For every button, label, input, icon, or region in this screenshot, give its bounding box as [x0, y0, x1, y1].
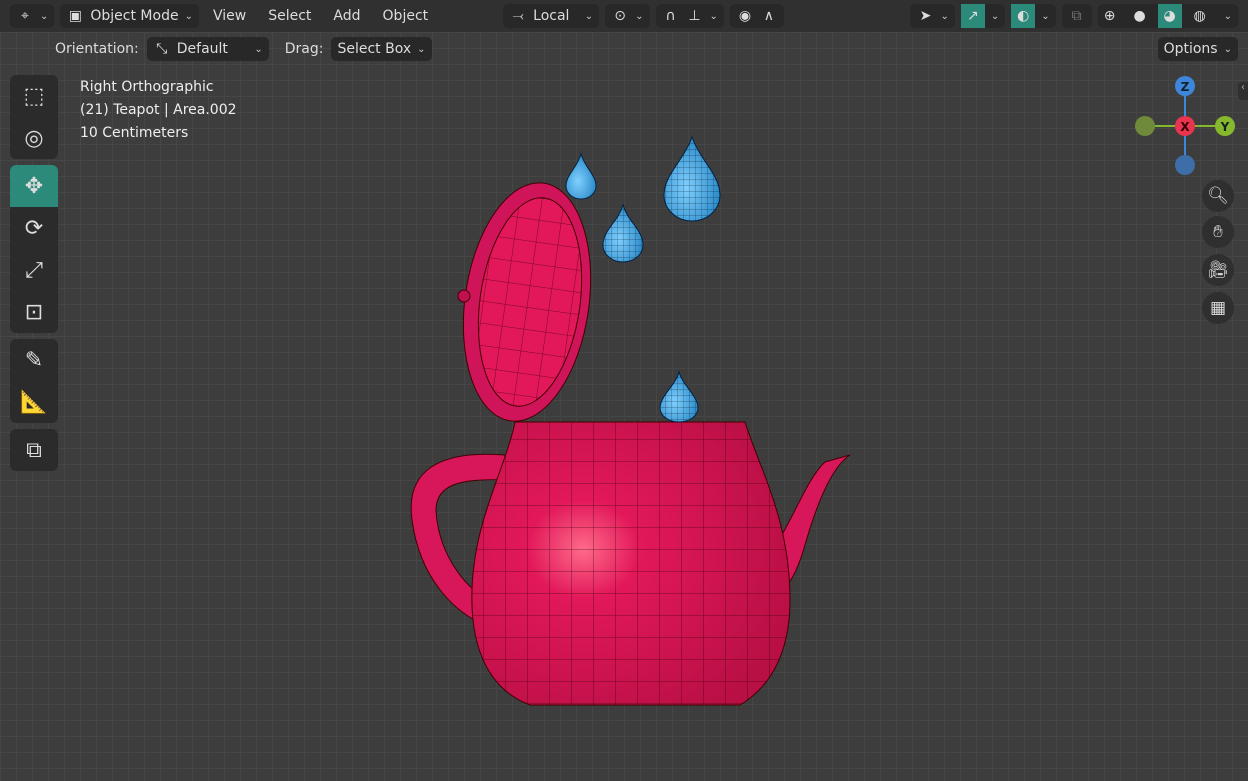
- navigation-gizmo[interactable]: Z Y X: [1130, 75, 1240, 185]
- orientation-value: Default: [176, 41, 228, 57]
- select-box-tool[interactable]: ⬚: [10, 75, 58, 117]
- orientation-label: Local: [533, 8, 570, 24]
- hand-icon: ✋︎: [1213, 222, 1223, 242]
- cursor-icon: ◎: [24, 125, 44, 151]
- chevron-down-icon: ⌄: [709, 10, 718, 22]
- orientation-select[interactable]: ⤡ Default ⌄: [146, 37, 269, 61]
- x-label: X: [1180, 120, 1190, 134]
- solid-shading-icon[interactable]: ●: [1128, 7, 1152, 25]
- teapot-lid[interactable]: [449, 175, 605, 430]
- snap-toggle[interactable]: ∩ ⊥ ⌄: [655, 4, 724, 28]
- proportional-editing-toggle[interactable]: ◉ ∧: [729, 4, 784, 28]
- chevron-down-icon[interactable]: ⌄: [1218, 11, 1238, 22]
- ruler-icon: 📐: [20, 389, 48, 415]
- chevron-down-icon: ⌄: [990, 10, 1000, 22]
- proportional-icon: ◉: [738, 8, 752, 24]
- selectability-icon: ➤: [919, 8, 932, 24]
- teapot-body[interactable]: [471, 421, 791, 706]
- transform-icon: ⊡: [24, 299, 44, 325]
- pencil-icon: ✎: [24, 347, 44, 373]
- chevron-down-icon: ⌄: [417, 43, 426, 55]
- falloff-icon: ∧: [763, 8, 775, 24]
- neg-y-axis[interactable]: [1135, 116, 1155, 136]
- chevron-down-icon: ⌄: [940, 10, 949, 22]
- menu-object[interactable]: Object: [375, 8, 437, 24]
- move-tool[interactable]: ✥: [10, 165, 58, 207]
- chevron-down-icon: ⌄: [635, 10, 644, 22]
- gizmos-toggle[interactable]: ↗ ⌄: [960, 4, 1006, 28]
- tool-settings: Orientation: ⤡ Default ⌄ Drag: Select Box ⌄: [55, 37, 432, 61]
- view-name: Right Orthographic: [80, 79, 214, 95]
- active-object: (21) Teapot | Area.002: [80, 102, 237, 118]
- camera-view-button[interactable]: 🎥︎: [1202, 254, 1234, 286]
- gizmo-icon: ↗: [960, 4, 985, 28]
- rendered-shading-icon[interactable]: ◍: [1188, 7, 1212, 25]
- transform-orientation-select[interactable]: ⤙ Local ⌄: [503, 4, 600, 28]
- transform-tool[interactable]: ⊡: [10, 291, 58, 333]
- rotate-icon: ⟳: [24, 215, 44, 241]
- editor-type-button[interactable]: ⌖ ⌄: [10, 4, 55, 28]
- annotate-tool[interactable]: ✎: [10, 339, 58, 381]
- chevron-down-icon: ⌄: [40, 10, 49, 22]
- orientation-icon: ⤡: [156, 41, 168, 57]
- object-mode-icon: ▣: [68, 8, 82, 24]
- wireframe-shading-icon[interactable]: ⊕: [1098, 7, 1122, 25]
- move-icon: ✥: [24, 173, 44, 199]
- local-orientation-icon: ⤙: [512, 8, 524, 24]
- drag-label: Drag:: [284, 41, 324, 57]
- menu-select[interactable]: Select: [260, 8, 319, 24]
- rotate-tool[interactable]: ⟳: [10, 207, 58, 249]
- pan-button[interactable]: ✋︎: [1202, 216, 1234, 248]
- grid-scale: 10 Centimeters: [80, 125, 189, 141]
- chevron-down-icon: ⌄: [254, 43, 263, 55]
- neg-z-axis[interactable]: [1175, 155, 1195, 175]
- viewport-editor-icon: ⌖: [21, 8, 29, 24]
- pivot-point-button[interactable]: ⊙ ⌄: [605, 4, 650, 28]
- chevron-down-icon: ⌄: [184, 10, 193, 22]
- menu-view[interactable]: View: [205, 8, 254, 24]
- zoom-button[interactable]: 🔍︎: [1202, 180, 1234, 212]
- cursor-tool[interactable]: ◎: [10, 117, 58, 159]
- select-box-icon: ⬚: [23, 83, 45, 109]
- menu-add[interactable]: Add: [325, 8, 368, 24]
- mode-label: Object Mode: [90, 8, 179, 24]
- drag-select[interactable]: Select Box ⌄: [331, 37, 432, 61]
- toolbar: ⬚ ◎ ✥ ⟳ ⤢ ⊡ ✎ 📐 ⧉: [10, 75, 58, 477]
- magnet-icon: ∩: [665, 8, 676, 24]
- xray-toggle[interactable]: ⧉: [1061, 4, 1092, 28]
- sidebar-toggle[interactable]: ‹: [1238, 82, 1248, 100]
- snap-increment-icon: ⊥: [688, 8, 701, 24]
- drag-value: Select Box: [337, 41, 412, 57]
- chevron-down-icon: ⌄: [584, 10, 594, 22]
- shading-modes: ⊕ ● ◕ ◍ ⌄: [1097, 4, 1238, 28]
- pivot-icon: ⊙: [614, 8, 626, 24]
- material-preview-icon[interactable]: ◕: [1157, 4, 1182, 28]
- orientation-label: Orientation:: [55, 41, 139, 57]
- measure-tool[interactable]: 📐: [10, 381, 58, 423]
- add-cube-icon: ⧉: [26, 437, 42, 463]
- chevron-down-icon: ⌄: [1041, 10, 1050, 22]
- viewport-info: Right Orthographic (21) Teapot | Area.00…: [80, 76, 237, 145]
- y-label: Y: [1220, 120, 1230, 134]
- zoom-icon: 🔍︎: [1207, 186, 1229, 206]
- overlays-icon: ◐: [1011, 4, 1036, 28]
- ortho-toggle-button[interactable]: ▦: [1202, 292, 1234, 324]
- options-button[interactable]: Options ⌄: [1157, 37, 1238, 61]
- scale-tool[interactable]: ⤢: [10, 249, 58, 291]
- grid-icon: ▦: [1209, 298, 1227, 318]
- camera-icon: 🎥︎: [1207, 260, 1229, 280]
- chevron-down-icon: ⌄: [1223, 43, 1232, 55]
- xray-icon: ⧉: [1071, 8, 1082, 24]
- scale-icon: ⤢: [25, 257, 43, 283]
- options-label: Options: [1163, 41, 1218, 57]
- overlays-toggle[interactable]: ◐ ⌄: [1011, 4, 1056, 28]
- add-cube-tool[interactable]: ⧉: [10, 429, 58, 471]
- z-label: Z: [1181, 80, 1190, 94]
- visibility-button[interactable]: ➤ ⌄: [910, 4, 955, 28]
- mode-select[interactable]: ▣ Object Mode ⌄: [60, 4, 199, 28]
